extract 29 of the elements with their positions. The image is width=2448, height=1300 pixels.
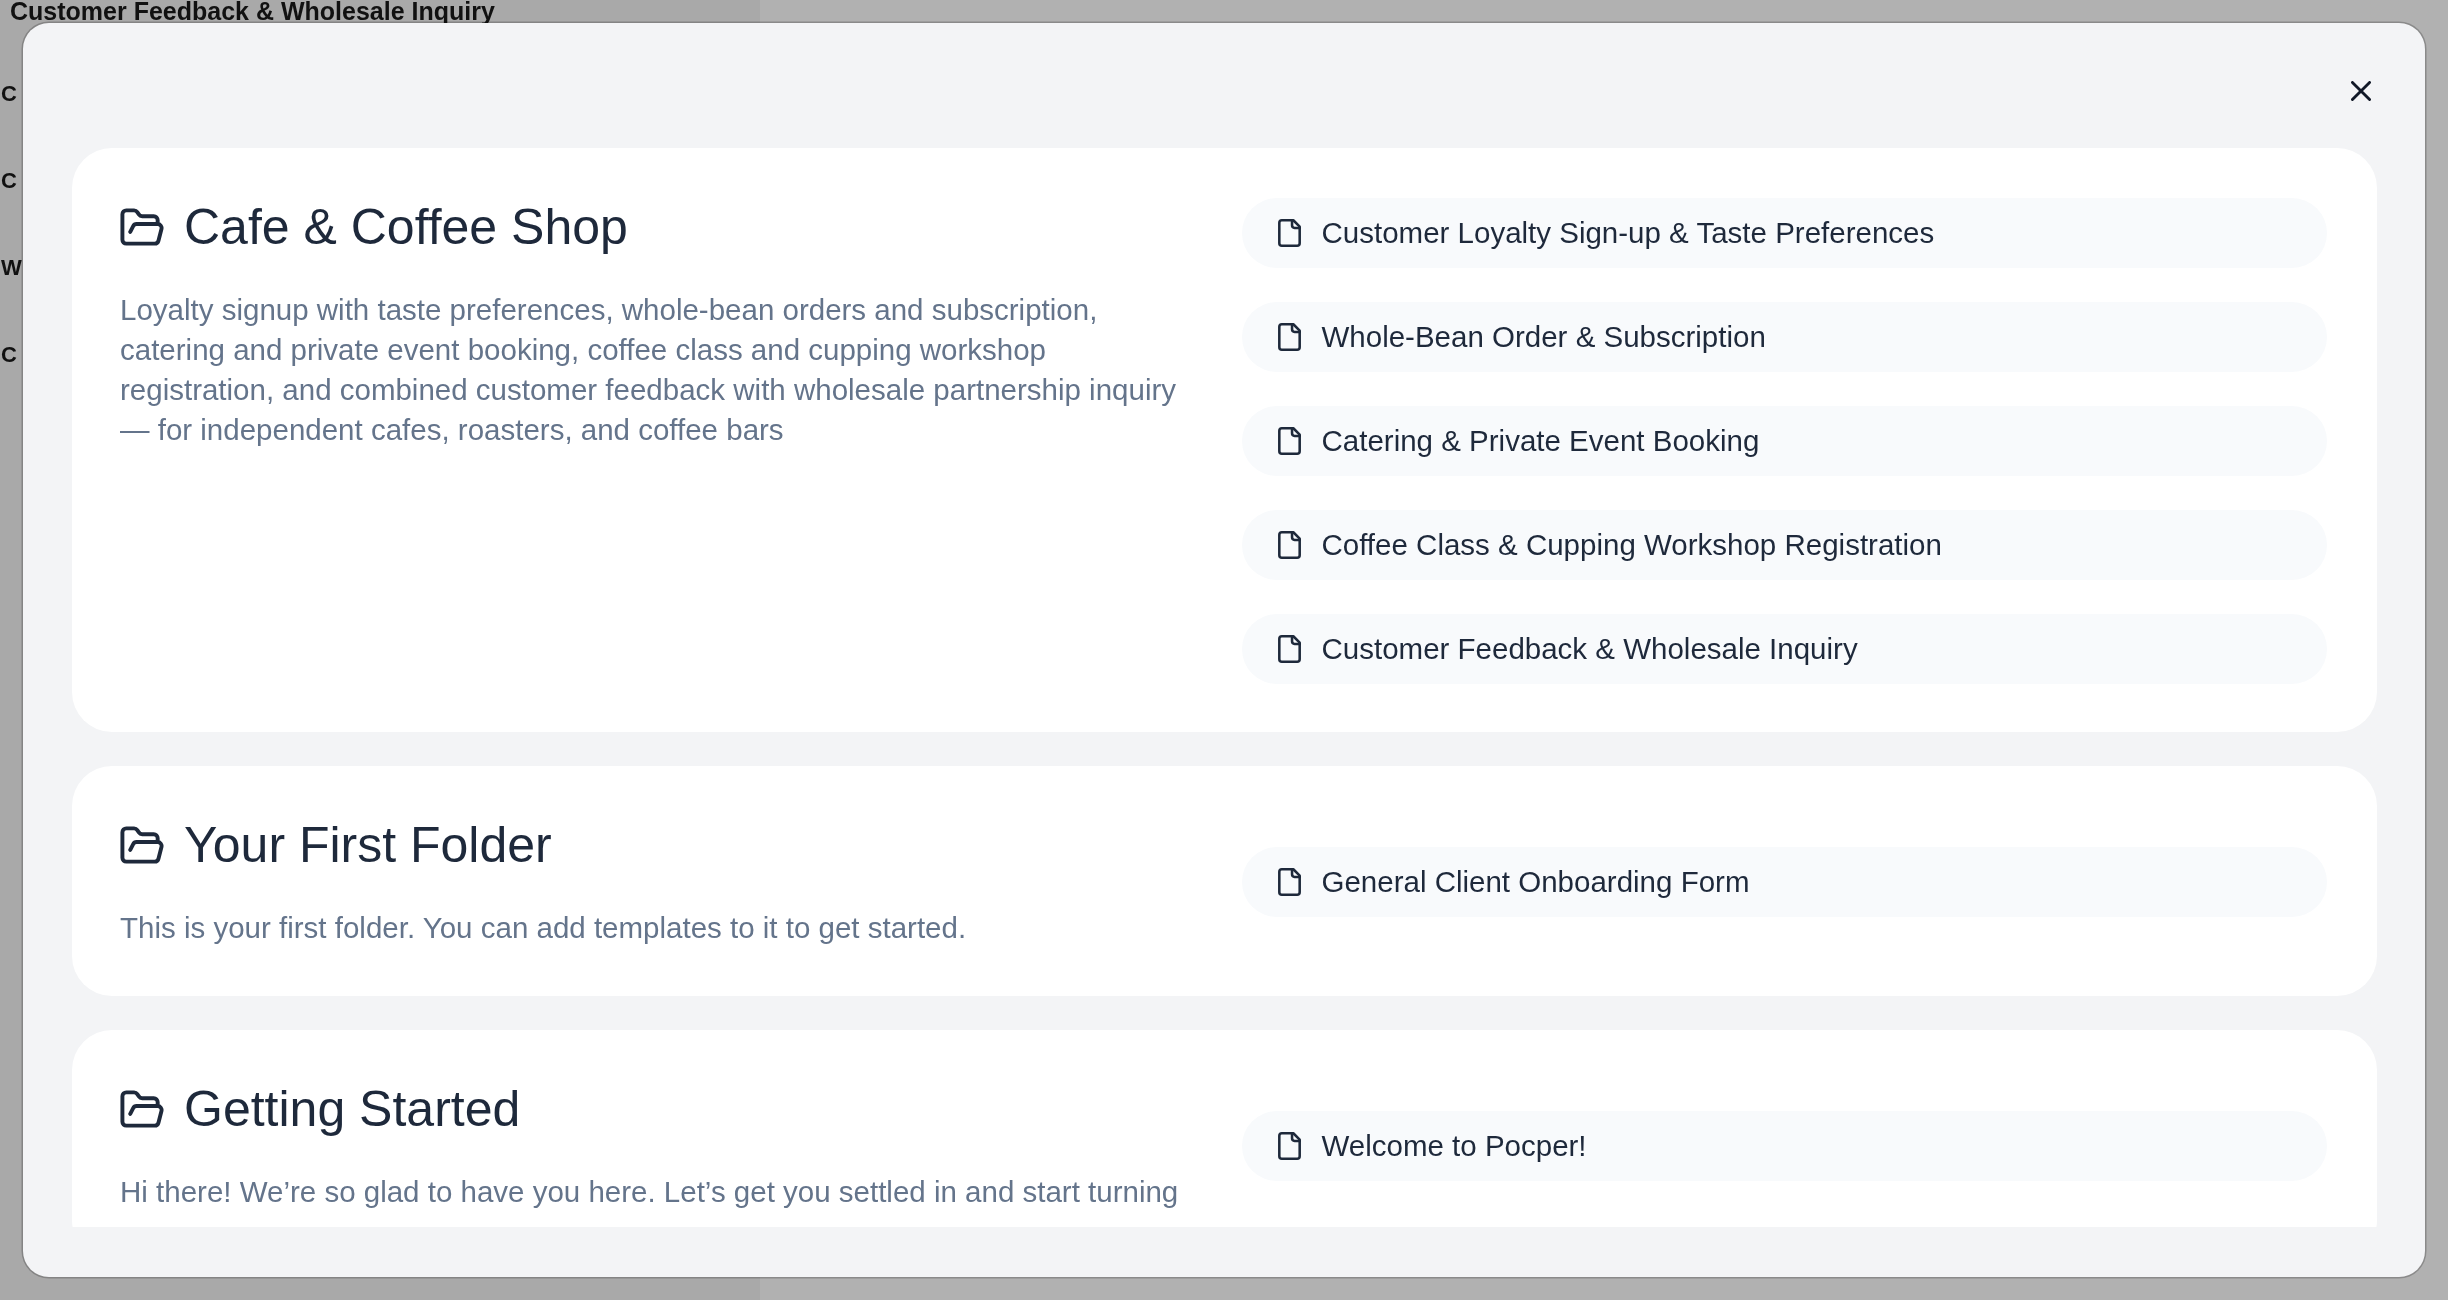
template-item[interactable]: Coffee Class & Cupping Workshop Registration [1241, 510, 2327, 580]
folder-icon [120, 1090, 164, 1128]
document-icon [1277, 868, 1301, 896]
template-item[interactable]: Welcome to Pocper! [1241, 1111, 2327, 1181]
folder-title: Cafe & Coffee Shop [184, 198, 628, 256]
folder-description: Hi there! We’re so glad to have you here. Let’s get you settled in and start turning [120, 1174, 1180, 1210]
document-icon [1277, 427, 1301, 455]
template-item[interactable]: Customer Loyalty Sign-up & Taste Preferences [1241, 198, 2327, 268]
partial-label: W [0, 254, 22, 282]
document-icon [1277, 531, 1301, 559]
document-icon [1277, 1132, 1301, 1160]
template-item[interactable]: Customer Feedback & Wholesale Inquiry [1241, 614, 2327, 684]
folder-title: Your First Folder [184, 816, 552, 874]
folder-description: Loyalty signup with taste preferences, whole-bean orders and subscription, catering and private event booking, coffee class and cupping workshop registration, and combined customer feedback with wholesale partnership inquiry — for independent cafes, roasters, and coffee bars [120, 292, 1177, 448]
document-icon [1277, 219, 1301, 247]
folder-description: This is your first folder. You can add templates to it to get started. [120, 910, 968, 946]
template-item[interactable]: Whole-Bean Order & Subscription [1241, 302, 2327, 372]
page-heading: Customer Feedback & Wholesale Inquiry [9, 0, 495, 22]
document-icon [1277, 323, 1301, 351]
template-item[interactable]: Catering & Private Event Booking [1241, 406, 2327, 476]
document-icon [1277, 635, 1301, 663]
partial-label: C [0, 341, 17, 369]
folder-title: Getting Started [184, 1080, 521, 1138]
folder-icon [120, 208, 164, 246]
partial-label: C [0, 80, 17, 108]
template-item[interactable]: General Client Onboarding Form [1241, 847, 2327, 917]
folder-icon [120, 826, 164, 864]
partial-label: C [0, 167, 17, 195]
close-icon [2351, 81, 2371, 101]
